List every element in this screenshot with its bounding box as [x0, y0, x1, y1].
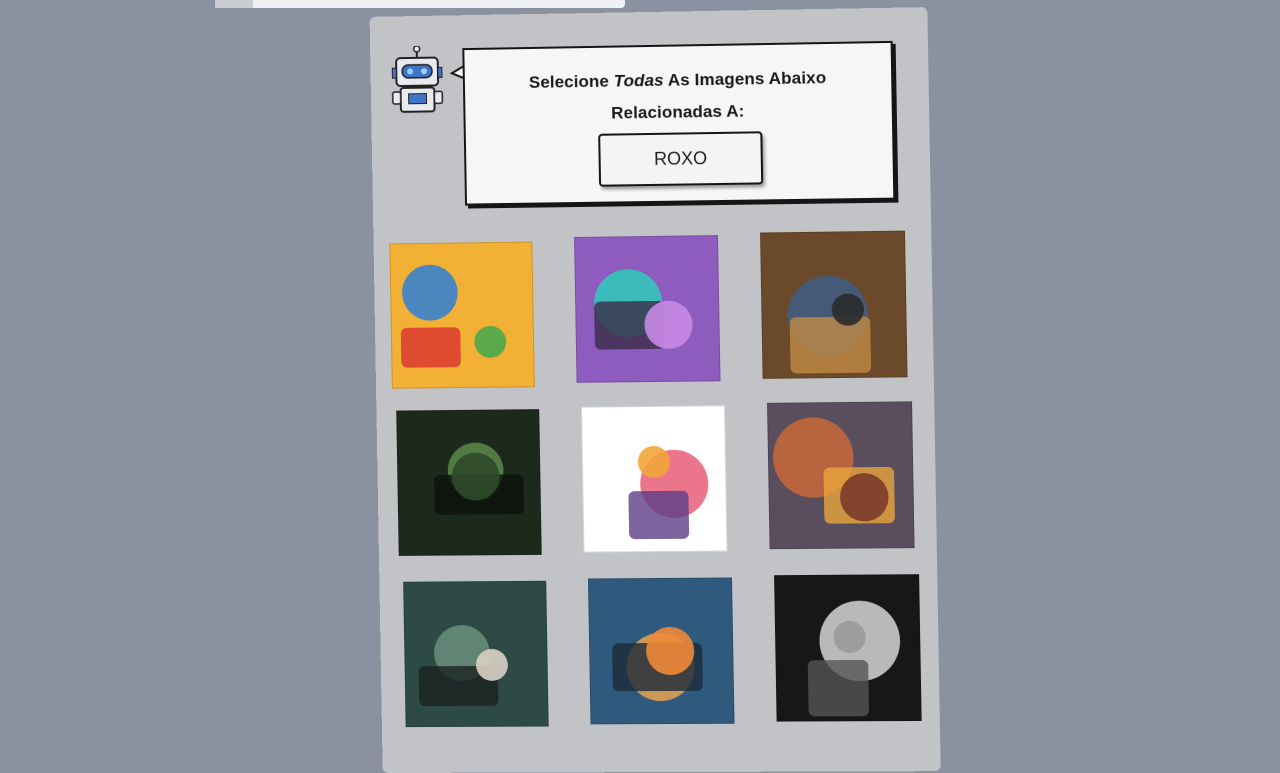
skull-cat-image[interactable] [774, 574, 922, 721]
target-word: ROXO [654, 148, 707, 170]
giraffe-bowtie-image[interactable] [588, 578, 735, 725]
browser-strip [215, 0, 625, 8]
fox-chefs-image[interactable] [767, 401, 915, 549]
captcha-panel: Selecione Todas As Imagens Abaixo Relaci… [370, 7, 941, 773]
green-door-teddy-image[interactable] [403, 581, 549, 727]
prompt-text-start: Selecione [529, 72, 614, 92]
puzzle-pieces-image[interactable] [389, 242, 534, 389]
target-word-box: ROXO [598, 131, 763, 186]
speech-bubble: Selecione Todas As Imagens Abaixo Relaci… [462, 41, 895, 206]
robot-icon [390, 45, 445, 116]
dark-forest-figure-image[interactable] [396, 409, 541, 556]
raccoons-treasure-image[interactable] [760, 231, 907, 379]
witches-cauldron-image[interactable] [574, 235, 720, 383]
image-grid [389, 231, 909, 238]
food-characters-image[interactable] [581, 405, 728, 552]
prompt-emphasis: Todas [614, 71, 664, 91]
captcha-stage: Selecione Todas As Imagens Abaixo Relaci… [370, 7, 943, 773]
captcha-prompt: Selecione Todas As Imagens Abaixo Relaci… [475, 61, 882, 131]
